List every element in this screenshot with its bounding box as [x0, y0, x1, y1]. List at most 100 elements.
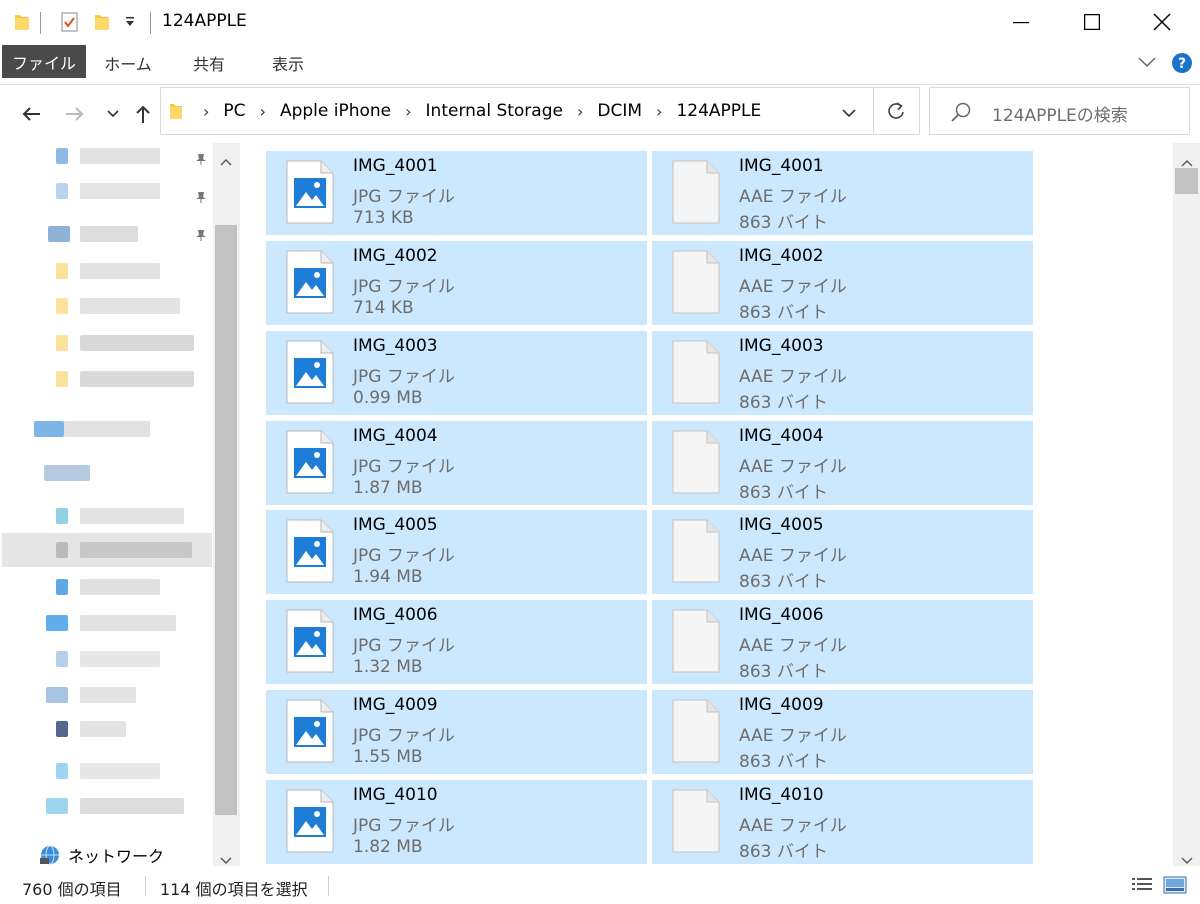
chevron-down-icon	[107, 110, 119, 118]
breadcrumb-apple-iphone[interactable]: Apple iPhone	[280, 101, 391, 121]
file-name: IMG_4001	[739, 156, 824, 176]
search-icon	[950, 101, 972, 127]
nav-item-blurred[interactable]	[80, 148, 160, 164]
nav-item-blurred[interactable]	[80, 335, 194, 351]
document-file-icon	[672, 340, 720, 404]
file-type: JPG ファイル	[353, 546, 455, 566]
file-tile[interactable]: IMG_4001 AAE ファイル 863 バイト	[652, 151, 1033, 235]
nav-item-blurred[interactable]	[80, 263, 160, 279]
nav-item-blurred[interactable]	[80, 687, 136, 703]
file-tile[interactable]: IMG_4003 JPG ファイル 0.99 MB	[266, 331, 647, 415]
title-bar: 124APPLE	[0, 0, 1200, 44]
file-type: JPG ファイル	[353, 726, 455, 746]
address-dropdown-button[interactable]	[841, 104, 857, 123]
details-view-icon[interactable]	[1131, 876, 1153, 898]
document-file-icon	[672, 699, 720, 763]
nav-item-blurred[interactable]	[80, 579, 160, 595]
address-bar[interactable]: › PC › Apple iPhone › Internal Storage ›…	[160, 87, 920, 135]
tab-share[interactable]: 共有	[178, 46, 240, 80]
large-icons-view-icon[interactable]	[1163, 876, 1187, 898]
nav-item-blurred[interactable]	[80, 508, 184, 524]
tab-home[interactable]: ホーム	[95, 46, 161, 80]
file-tile[interactable]: IMG_4003 AAE ファイル 863 バイト	[652, 331, 1033, 415]
search-box[interactable]: 124APPLEの検索	[929, 87, 1190, 135]
document-file-icon	[672, 519, 720, 583]
recent-locations-button[interactable]	[100, 101, 126, 127]
file-type: AAE ファイル	[739, 726, 847, 746]
tab-view[interactable]: 表示	[256, 46, 320, 80]
forward-button[interactable]	[62, 101, 88, 127]
search-placeholder: 124APPLEの検索	[992, 106, 1128, 126]
nav-item-icon	[56, 542, 68, 558]
file-tile[interactable]: IMG_4006 AAE ファイル 863 バイト	[652, 600, 1033, 684]
back-button[interactable]	[18, 101, 44, 127]
folder-icon	[56, 298, 68, 314]
file-name: IMG_4010	[739, 785, 824, 805]
file-type: JPG ファイル	[353, 457, 455, 477]
nav-item-blurred[interactable]	[44, 465, 90, 481]
file-tile[interactable]: IMG_4004 AAE ファイル 863 バイト	[652, 421, 1033, 505]
breadcrumb-124apple[interactable]: 124APPLE	[676, 101, 761, 121]
refresh-button[interactable]	[887, 101, 905, 125]
file-tile[interactable]: IMG_4009 AAE ファイル 863 バイト	[652, 690, 1033, 774]
nav-item-blurred[interactable]	[64, 421, 150, 437]
file-tile[interactable]: IMG_4004 JPG ファイル 1.87 MB	[266, 421, 647, 505]
file-name: IMG_4003	[353, 336, 438, 356]
nav-item-blurred[interactable]	[80, 651, 160, 667]
maximize-button[interactable]	[1057, 0, 1127, 44]
nav-scrollbar[interactable]	[213, 143, 239, 866]
breadcrumb-pc[interactable]: PC	[223, 101, 245, 121]
ribbon-tabs: ファイル ホーム 共有 表示 ?	[0, 44, 1200, 84]
file-tile[interactable]: IMG_4002 JPG ファイル 714 KB	[266, 241, 647, 325]
close-button[interactable]	[1127, 0, 1197, 44]
image-file-icon	[286, 699, 334, 763]
content-scrollbar[interactable]	[1173, 143, 1200, 866]
chevron-right-icon: ›	[576, 101, 584, 121]
file-type: JPG ファイル	[353, 367, 455, 387]
minimize-button[interactable]	[986, 0, 1056, 44]
content-scrollbar-thumb[interactable]	[1175, 168, 1198, 194]
nav-item-icon	[56, 579, 68, 595]
file-size: 1.94 MB	[353, 567, 423, 587]
breadcrumb-internal-storage[interactable]: Internal Storage	[426, 101, 563, 121]
file-tile[interactable]: IMG_4010 AAE ファイル 863 バイト	[652, 780, 1033, 864]
folder-icon	[56, 335, 68, 351]
file-name: IMG_4004	[739, 426, 824, 446]
up-arrow-icon	[136, 105, 150, 123]
tab-file[interactable]: ファイル	[2, 45, 86, 78]
nav-item-blurred[interactable]	[80, 798, 184, 814]
new-folder-icon[interactable]	[94, 12, 110, 36]
up-button[interactable]	[130, 101, 156, 127]
item-count: 760 個の項目	[22, 880, 122, 899]
file-tile[interactable]: IMG_4010 JPG ファイル 1.82 MB	[266, 780, 647, 864]
nav-item-blurred[interactable]	[80, 615, 176, 631]
nav-item-blurred[interactable]	[80, 763, 160, 779]
nav-item-blurred[interactable]	[80, 371, 194, 387]
file-tile[interactable]: IMG_4001 JPG ファイル 713 KB	[266, 151, 647, 235]
file-type: JPG ファイル	[353, 187, 455, 207]
file-tile[interactable]: IMG_4006 JPG ファイル 1.32 MB	[266, 600, 647, 684]
scroll-up-icon[interactable]	[220, 151, 232, 170]
customize-toolbar-icon[interactable]	[124, 14, 136, 33]
expand-ribbon-icon[interactable]	[1137, 54, 1157, 73]
help-icon[interactable]: ?	[1171, 52, 1193, 78]
file-tile[interactable]: IMG_4002 AAE ファイル 863 バイト	[652, 241, 1033, 325]
nav-item-blurred[interactable]	[80, 298, 180, 314]
nav-item-blurred[interactable]	[80, 721, 126, 737]
nav-scrollbar-thumb[interactable]	[215, 225, 237, 815]
file-tile[interactable]: IMG_4005 AAE ファイル 863 バイト	[652, 510, 1033, 594]
chevron-right-icon: ›	[259, 101, 266, 121]
back-arrow-icon	[22, 107, 40, 121]
file-tile[interactable]: IMG_4005 JPG ファイル 1.94 MB	[266, 510, 647, 594]
chevron-down-icon	[842, 109, 856, 118]
file-tile[interactable]: IMG_4009 JPG ファイル 1.55 MB	[266, 690, 647, 774]
breadcrumb-dcim[interactable]: DCIM	[597, 101, 642, 121]
nav-item-blurred[interactable]	[80, 226, 138, 242]
file-size: 713 KB	[353, 208, 414, 228]
window-title: 124APPLE	[162, 11, 247, 31]
properties-icon[interactable]	[60, 11, 80, 37]
folder-icon	[56, 263, 68, 279]
nav-item-blurred[interactable]	[80, 183, 160, 199]
nav-item-icon	[34, 421, 64, 437]
nav-item-network[interactable]: ネットワーク	[38, 843, 164, 867]
